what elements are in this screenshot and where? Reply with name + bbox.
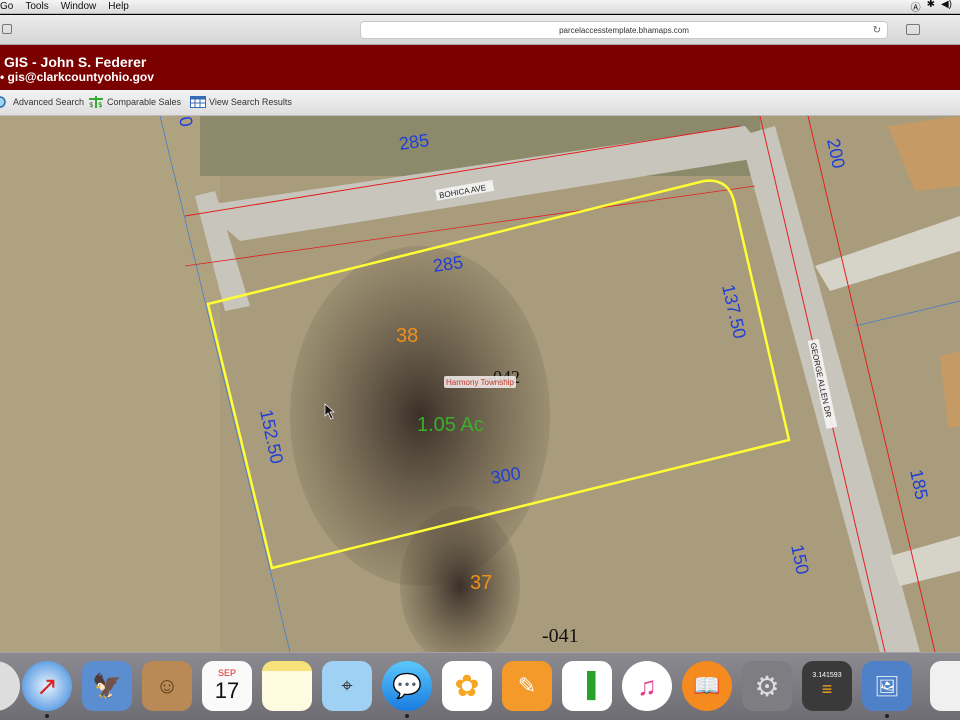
bluetooth-icon[interactable]: ✱ [927,0,935,14]
advanced-search-label: Advanced Search [13,97,85,107]
dock-pages-icon[interactable]: ✎ [502,661,552,711]
menu-go[interactable]: Go [0,1,19,12]
field-left [0,116,220,652]
dock: ↗ 🦅 ☺ SEP 17 ⌖ 💬 ✿ ✎ ▐ ♫ 📖 ⚙ 3.141593 ≡ … [0,652,960,720]
running-indicator [885,714,889,718]
dock-itunes-icon[interactable]: ♫ [622,661,672,711]
acreage-label: 1.05 Ac [417,414,484,436]
calculator-display: 3.141593 [812,672,842,679]
scales-dollar-icon: $ $ [89,96,103,109]
site-header: GIS - John S. Federer • gis@clarkcountyo… [0,45,960,90]
dock-mail-stamp-icon[interactable]: 🦅 [82,661,132,711]
dim-top-road: 285 [398,130,431,154]
dock-maps-icon[interactable]: ⌖ [322,661,372,711]
status-area: Ⓐ ✱ ◀) [911,0,960,14]
lot-number-lower: 37 [470,572,492,594]
view-search-results-button[interactable]: View Search Results [190,95,292,109]
site-email[interactable]: • gis@clarkcountyohio.gov [0,70,154,84]
advanced-search-button[interactable]: Advanced Search [0,95,84,109]
comparable-sales-label: Comparable Sales [107,97,182,107]
dock-calculator-icon[interactable]: 3.141593 ≡ [802,661,852,711]
dock-calendar-icon[interactable]: SEP 17 [202,661,252,711]
township-label: Harmony Township [446,378,514,387]
svg-text:$: $ [89,101,93,109]
dock-ibooks-icon[interactable]: 📖 [682,661,732,711]
dock-photos-icon[interactable]: ✿ [442,661,492,711]
menu-bar: Go Tools Window Help Ⓐ ✱ ◀) [0,0,960,14]
map-canvas[interactable]: 285 285 137.50 152.50 300 200 185 150 0 … [0,116,960,652]
lot-number-upper: 38 [396,325,418,347]
accessibility-icon[interactable]: Ⓐ [911,0,921,14]
dock-system-preferences-icon[interactable]: ⚙ [742,661,792,711]
magnifier-icon [0,96,6,108]
dock-notes-icon[interactable] [262,661,312,711]
dock-finder-icon[interactable] [0,661,20,711]
dock-messages-icon[interactable]: 💬 [382,661,432,718]
table-icon [190,96,206,108]
running-indicator [45,714,49,718]
svg-text:$: $ [98,101,102,109]
dock-safari-icon[interactable]: ↗ [22,661,72,718]
parcel-id-below: -041 [542,625,579,647]
calendar-day: 17 [214,678,240,703]
dock-numbers-icon[interactable]: ▐ [562,661,612,711]
url-text: parcelaccesstemplate.bhamaps.com [559,26,689,35]
address-bar[interactable]: parcelaccesstemplate.bhamaps.com ↻ [360,21,888,39]
comparable-sales-button[interactable]: $ $ Comparable Sales [88,95,181,109]
dock-preview-icon[interactable]: 🖼 [862,661,912,718]
running-indicator [405,714,409,718]
browser-toolbar: parcelaccesstemplate.bhamaps.com ↻ [0,15,960,45]
reload-icon[interactable]: ↻ [873,22,881,39]
menu-window[interactable]: Window [55,1,103,12]
site-toolbar: Advanced Search $ $ Comparable Sales Vie… [0,90,960,116]
view-search-results-label: View Search Results [209,97,292,107]
parcel-map[interactable]: 285 285 137.50 152.50 300 200 185 150 0 … [0,116,960,652]
calendar-month: SEP [217,668,236,678]
dock-contacts-icon[interactable]: ☺ [142,661,192,711]
site-title: GIS - John S. Federer [4,54,147,70]
dock-document-icon[interactable] [930,661,960,711]
dim-top-parcel: 285 [432,252,465,276]
tab-overview-icon[interactable] [2,24,12,34]
volume-icon[interactable]: ◀) [941,0,952,14]
menu-tools[interactable]: Tools [19,1,54,12]
email-text: gis@clarkcountyohio.gov [7,70,154,84]
menu-help[interactable]: Help [102,1,135,12]
tabs-icon[interactable] [906,24,920,35]
